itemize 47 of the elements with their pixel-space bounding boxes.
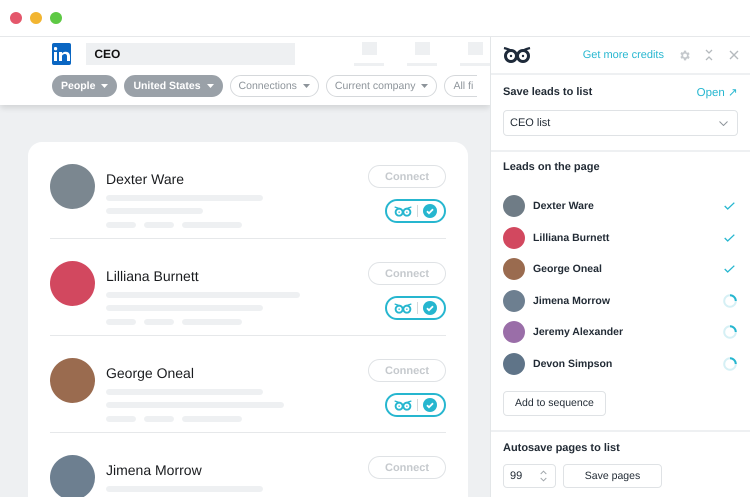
caret-icon (302, 84, 310, 88)
close-window-button[interactable] (10, 12, 22, 24)
caret-icon (206, 84, 214, 88)
person-name[interactable]: George Oneal (106, 365, 368, 381)
filter-chip[interactable]: All fi (444, 75, 478, 97)
section-title: Autosave pages to list (503, 442, 621, 454)
filter-chip[interactable]: United States (124, 75, 223, 97)
nav-placeholder-icon[interactable] (460, 42, 490, 66)
spinner-arrows-icon[interactable] (540, 470, 547, 482)
filter-chip[interactable]: Current company (326, 75, 438, 97)
connect-button[interactable]: Connect (368, 456, 446, 479)
lead-name: Lilliana Burnett (533, 232, 610, 244)
chevron-down-icon (719, 120, 728, 126)
filter-chip[interactable]: Connections (230, 75, 319, 97)
owl-logo-icon (503, 45, 531, 65)
person-name[interactable]: Jimena Morrow (106, 462, 368, 478)
saved-badge[interactable] (385, 199, 446, 223)
minimize-window-button[interactable] (30, 12, 42, 24)
caret-icon (421, 84, 428, 88)
lead-name: George Oneal (533, 263, 603, 275)
lead-name: Devon Simpson (533, 358, 614, 370)
pages-number-field[interactable]: 99 (503, 464, 556, 488)
open-link[interactable]: Open ↗ (696, 85, 738, 99)
lead-name: Jeremy Alexander (533, 326, 624, 338)
caret-icon (101, 84, 108, 88)
zoom-window-button[interactable] (50, 12, 62, 24)
list-dropdown[interactable]: CEO list (503, 110, 738, 136)
get-credits-link[interactable]: Get more credits (582, 49, 664, 61)
section-title: Leads on the page (503, 161, 601, 173)
saved-badge[interactable] (385, 296, 446, 320)
person-name[interactable]: Lilliana Burnett (106, 268, 368, 284)
lead-name: Dexter Ware (533, 200, 595, 212)
search-field[interactable]: CEO (86, 43, 295, 65)
save-pages-button[interactable]: Save pages (563, 464, 662, 488)
connect-button[interactable]: Connect (368, 359, 446, 382)
section-title: Save leads to list (503, 86, 592, 98)
add-to-sequence-button[interactable]: Add to sequence (503, 390, 606, 416)
close-icon[interactable] (729, 50, 739, 60)
connect-button[interactable]: Connect (368, 165, 446, 188)
connect-button[interactable]: Connect (368, 262, 446, 285)
person-name[interactable]: Dexter Ware (106, 171, 368, 187)
saved-badge[interactable] (385, 393, 446, 417)
filter-chip[interactable]: People (52, 75, 118, 97)
app-logo-icon[interactable] (52, 43, 72, 65)
lead-name: Jimena Morrow (533, 294, 612, 306)
collapse-icon[interactable] (705, 49, 713, 61)
settings-icon[interactable] (678, 48, 691, 62)
